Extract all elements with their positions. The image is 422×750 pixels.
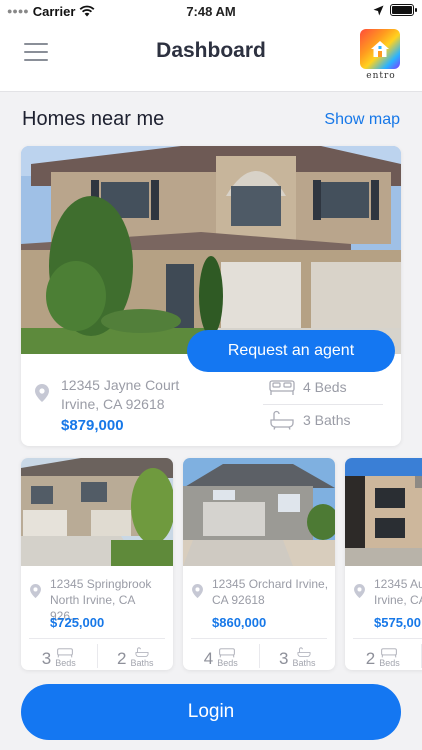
status-bar: ●●●● Carrier 7:48 AM (0, 0, 422, 22)
beds-count: 4 (203, 649, 214, 668)
baths-count: 3 (279, 649, 289, 668)
listing-photo (345, 458, 422, 566)
location-pin-icon (35, 384, 49, 402)
featured-baths: 3 Baths (269, 410, 350, 430)
listing-beds: 2 Beds (345, 644, 421, 668)
beds-label: Beds (379, 658, 400, 668)
featured-home-card[interactable]: Request an agent 12345 Jayne Court Irvin… (21, 146, 401, 446)
listing-address-line2: CA 92618 (212, 593, 265, 607)
section-title: Homes near me (22, 108, 165, 130)
featured-beds: 4 Beds (269, 378, 347, 396)
listing-baths: 3 Baths (258, 644, 336, 668)
listing-divider (353, 638, 422, 639)
entro-logo: entro (360, 29, 402, 85)
beds-count: 3 (41, 649, 52, 668)
baths-count: 2 (117, 649, 127, 668)
logo-wordmark: entro (366, 71, 396, 81)
bathtub-icon (297, 647, 311, 657)
baths-label: Baths (130, 658, 154, 668)
listing-address: 12345 Orchard Irvine, CA 92618 (212, 576, 330, 608)
battery-icon (390, 4, 417, 16)
status-time: 7:48 AM (186, 3, 236, 19)
beds-count: 2 (365, 649, 376, 668)
listing-address-line1: 12345 Aul (374, 577, 422, 591)
featured-home-photo (21, 146, 401, 354)
app-header: Dashboard entro (0, 22, 422, 92)
listing-price: $860,000 (212, 615, 267, 630)
baths-label: Baths (292, 658, 316, 668)
listing-photo (21, 458, 173, 566)
bed-icon (57, 648, 74, 658)
login-button[interactable]: Login (21, 684, 401, 740)
location-pin-icon (192, 584, 203, 598)
bed-icon (381, 648, 398, 658)
listing-divider (191, 638, 327, 639)
bathtub-icon (135, 647, 149, 657)
features-divider (263, 404, 383, 405)
featured-address: 12345 Jayne Court Irvine, CA 92618 (61, 376, 179, 414)
featured-baths-label: 3 Baths (303, 412, 351, 428)
featured-beds-label: 4 Beds (303, 379, 347, 395)
listing-stats: 4 Beds 3 Baths (183, 644, 335, 668)
show-map-link[interactable]: Show map (324, 111, 400, 129)
listing-address-line1: 12345 Springbrook (50, 577, 152, 591)
beds-label: Beds (217, 658, 238, 668)
listing-card[interactable]: 12345 Springbrook North Irvine, CA 926..… (21, 458, 173, 670)
location-arrow-icon (373, 5, 384, 15)
location-pin-icon (354, 584, 365, 598)
bed-icon (219, 648, 236, 658)
bathtub-icon (270, 410, 294, 430)
listing-address-line2: Irvine, CA (374, 593, 422, 607)
listing-price: $575,00 (374, 615, 421, 630)
location-pin-icon (30, 584, 41, 598)
listing-beds: 3 Beds (21, 644, 97, 668)
featured-price: $879,000 (61, 417, 124, 434)
listing-card[interactable]: 12345 Orchard Irvine, CA 92618 $860,000 … (183, 458, 335, 670)
bed-icon (269, 380, 295, 395)
listing-photo (183, 458, 335, 566)
request-agent-button[interactable]: Request an agent (187, 330, 395, 372)
listing-card[interactable]: 12345 Aul Irvine, CA $575,00 2 Beds (345, 458, 422, 670)
listing-beds: 4 Beds (183, 644, 259, 668)
listing-baths: 2 Baths (96, 644, 174, 668)
listing-address: 12345 Aul Irvine, CA (374, 576, 422, 608)
listing-divider (29, 638, 165, 639)
house-logo-icon (371, 41, 389, 57)
listing-price: $725,000 (50, 615, 105, 630)
homes-section-header: Homes near me Show map (22, 108, 400, 131)
listing-address-line1: 12345 Orchard Irvine, (212, 577, 329, 591)
beds-label: Beds (55, 658, 76, 668)
listings-carousel[interactable]: 12345 Springbrook North Irvine, CA 926..… (0, 456, 422, 674)
page-title: Dashboard (156, 39, 266, 62)
featured-address-line2: Irvine, CA 92618 (61, 396, 165, 412)
featured-address-line1: 12345 Jayne Court (61, 377, 180, 393)
listing-stats: 3 Beds 2 Baths (21, 644, 173, 668)
listing-stats: 2 Beds (345, 644, 422, 668)
